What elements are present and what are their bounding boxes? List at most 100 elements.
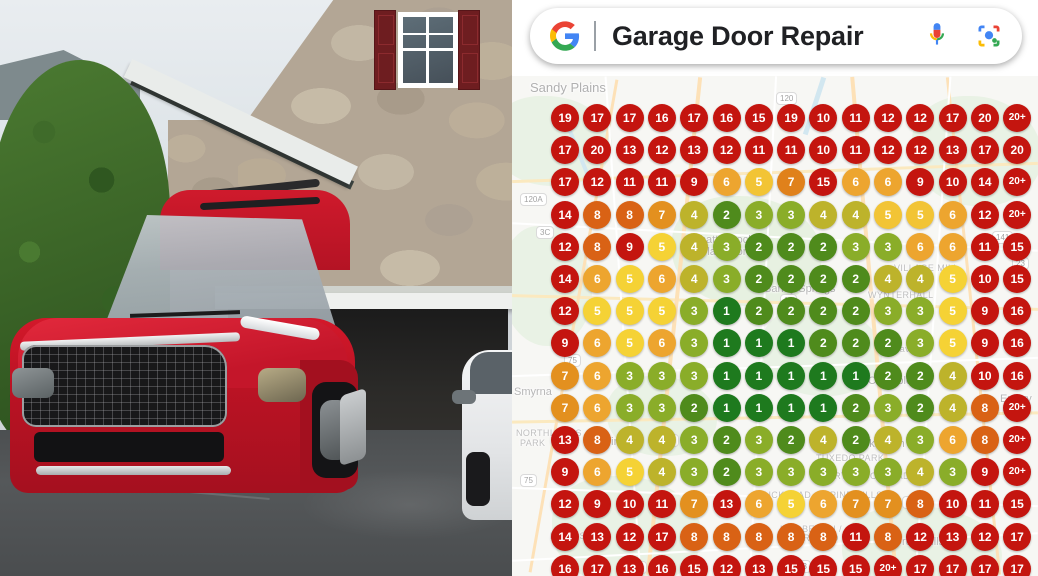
rank-pin[interactable]: 17 [551,136,579,165]
rank-pin[interactable]: 2 [906,393,935,422]
rank-pin[interactable]: 1 [744,393,773,422]
rank-pin[interactable]: 4 [647,458,676,487]
rank-pin[interactable]: 6 [712,168,741,197]
rank-pin[interactable]: 2 [744,297,773,326]
rank-pin[interactable]: 13 [744,554,773,576]
rank-pin[interactable]: 4 [647,426,676,454]
rank-pin[interactable]: 6 [938,200,967,229]
rank-pin[interactable]: 5 [938,329,967,358]
rank-pin[interactable]: 2 [777,265,806,293]
rank-pin[interactable]: 8 [744,522,773,551]
rank-pin[interactable]: 5 [744,168,773,197]
rank-pin[interactable]: 17 [615,104,644,132]
rank-pin[interactable]: 8 [712,522,741,551]
rank-pin[interactable]: 3 [938,458,967,487]
rank-pin[interactable]: 2 [712,200,741,229]
rank-pin[interactable]: 3 [744,458,773,487]
rank-pin[interactable]: 9 [970,458,999,487]
rank-pin[interactable]: 2 [841,426,870,454]
rank-pin[interactable]: 3 [615,393,644,422]
rank-pin[interactable]: 20 [970,104,999,132]
rank-pin[interactable]: 6 [938,426,967,454]
rank-pin[interactable]: 5 [938,297,967,326]
search-query-text[interactable]: Garage Door Repair [612,21,914,52]
rank-pin[interactable]: 7 [551,361,579,390]
rank-pin[interactable]: 5 [906,200,935,229]
rank-pin[interactable]: 2 [841,329,870,358]
rank-pin[interactable]: 1 [777,393,806,422]
rank-pin[interactable]: 12 [615,522,644,551]
rank-pin[interactable]: 3 [647,393,676,422]
rank-pin[interactable]: 8 [874,522,902,551]
search-bar[interactable]: Garage Door Repair [530,8,1022,64]
rank-pin[interactable]: 3 [744,426,773,454]
rank-pin[interactable]: 16 [647,554,676,576]
rank-pin[interactable]: 2 [744,265,773,293]
rank-pin[interactable]: 8 [970,393,999,422]
rank-pin[interactable]: 12 [712,554,741,576]
rank-pin[interactable]: 6 [583,393,612,422]
rank-pin[interactable]: 8 [583,232,612,261]
rank-pin[interactable]: 5 [874,200,902,229]
rank-pin[interactable]: 11 [744,136,773,165]
rank-pin[interactable]: 13 [615,136,644,165]
rank-pin[interactable]: 11 [841,522,870,551]
rank-pin[interactable]: 3 [680,361,709,390]
rank-pin[interactable]: 19 [777,104,806,132]
rank-pin[interactable]: 8 [809,522,838,551]
rank-pin[interactable]: 19 [551,104,579,132]
rank-pin[interactable]: 3 [874,393,902,422]
rank-pin[interactable]: 14 [551,200,579,229]
rank-pin[interactable]: 4 [615,426,644,454]
rank-pin[interactable]: 3 [874,297,902,326]
rank-pin[interactable]: 12 [712,136,741,165]
rank-pin[interactable]: 3 [874,458,902,487]
rank-pin[interactable]: 3 [744,200,773,229]
rank-pin[interactable]: 20+ [1003,200,1032,229]
rank-pin[interactable]: 4 [874,265,902,293]
rank-pin[interactable]: 13 [551,426,579,454]
rank-pin[interactable]: 10 [938,168,967,197]
rank-pin[interactable]: 10 [615,490,644,519]
rank-pin[interactable]: 3 [712,232,741,261]
rank-pin[interactable]: 4 [809,200,838,229]
rank-pin[interactable]: 3 [712,265,741,293]
rank-pin[interactable]: 2 [712,426,741,454]
rank-pin[interactable]: 13 [938,522,967,551]
rank-pin[interactable]: 2 [841,297,870,326]
rank-pin[interactable]: 5 [615,329,644,358]
rank-pin[interactable]: 17 [1003,522,1032,551]
rank-pin[interactable]: 3 [874,232,902,261]
rank-pin[interactable]: 11 [841,104,870,132]
rank-pin[interactable]: 17 [938,554,967,576]
rank-pin[interactable]: 1 [809,393,838,422]
rank-pin[interactable]: 2 [841,393,870,422]
rank-pin[interactable]: 5 [615,458,644,487]
rank-pin[interactable]: 13 [712,490,741,519]
rank-pin[interactable]: 17 [647,522,676,551]
rank-pin[interactable]: 5 [647,232,676,261]
rank-pin[interactable]: 2 [680,393,709,422]
rank-pin[interactable]: 15 [1003,265,1032,293]
rank-pin[interactable]: 3 [680,426,709,454]
rank-pin[interactable]: 8 [583,200,612,229]
rank-pin[interactable]: 4 [680,200,709,229]
rank-pin[interactable]: 10 [970,361,999,390]
heatmap-map-panel[interactable]: Sandy PlainsSmyrnaViningsChattahoocheePl… [512,76,1038,576]
rank-pin[interactable]: 9 [970,297,999,326]
rank-pin[interactable]: 13 [583,522,612,551]
rank-pin[interactable]: 20+ [1003,104,1032,132]
rank-pin[interactable]: 5 [647,297,676,326]
rank-pin[interactable]: 10 [970,265,999,293]
rank-pin[interactable]: 14 [551,522,579,551]
rank-pin[interactable]: 1 [712,393,741,422]
rank-pin[interactable]: 9 [551,458,579,487]
rank-pin[interactable]: 2 [777,426,806,454]
rank-pin[interactable]: 11 [970,232,999,261]
rank-pin[interactable]: 17 [680,104,709,132]
rank-pin[interactable]: 6 [906,232,935,261]
rank-pin[interactable]: 6 [938,232,967,261]
rank-pin[interactable]: 16 [1003,361,1032,390]
rank-pin[interactable]: 8 [615,200,644,229]
rank-pin[interactable]: 2 [906,361,935,390]
